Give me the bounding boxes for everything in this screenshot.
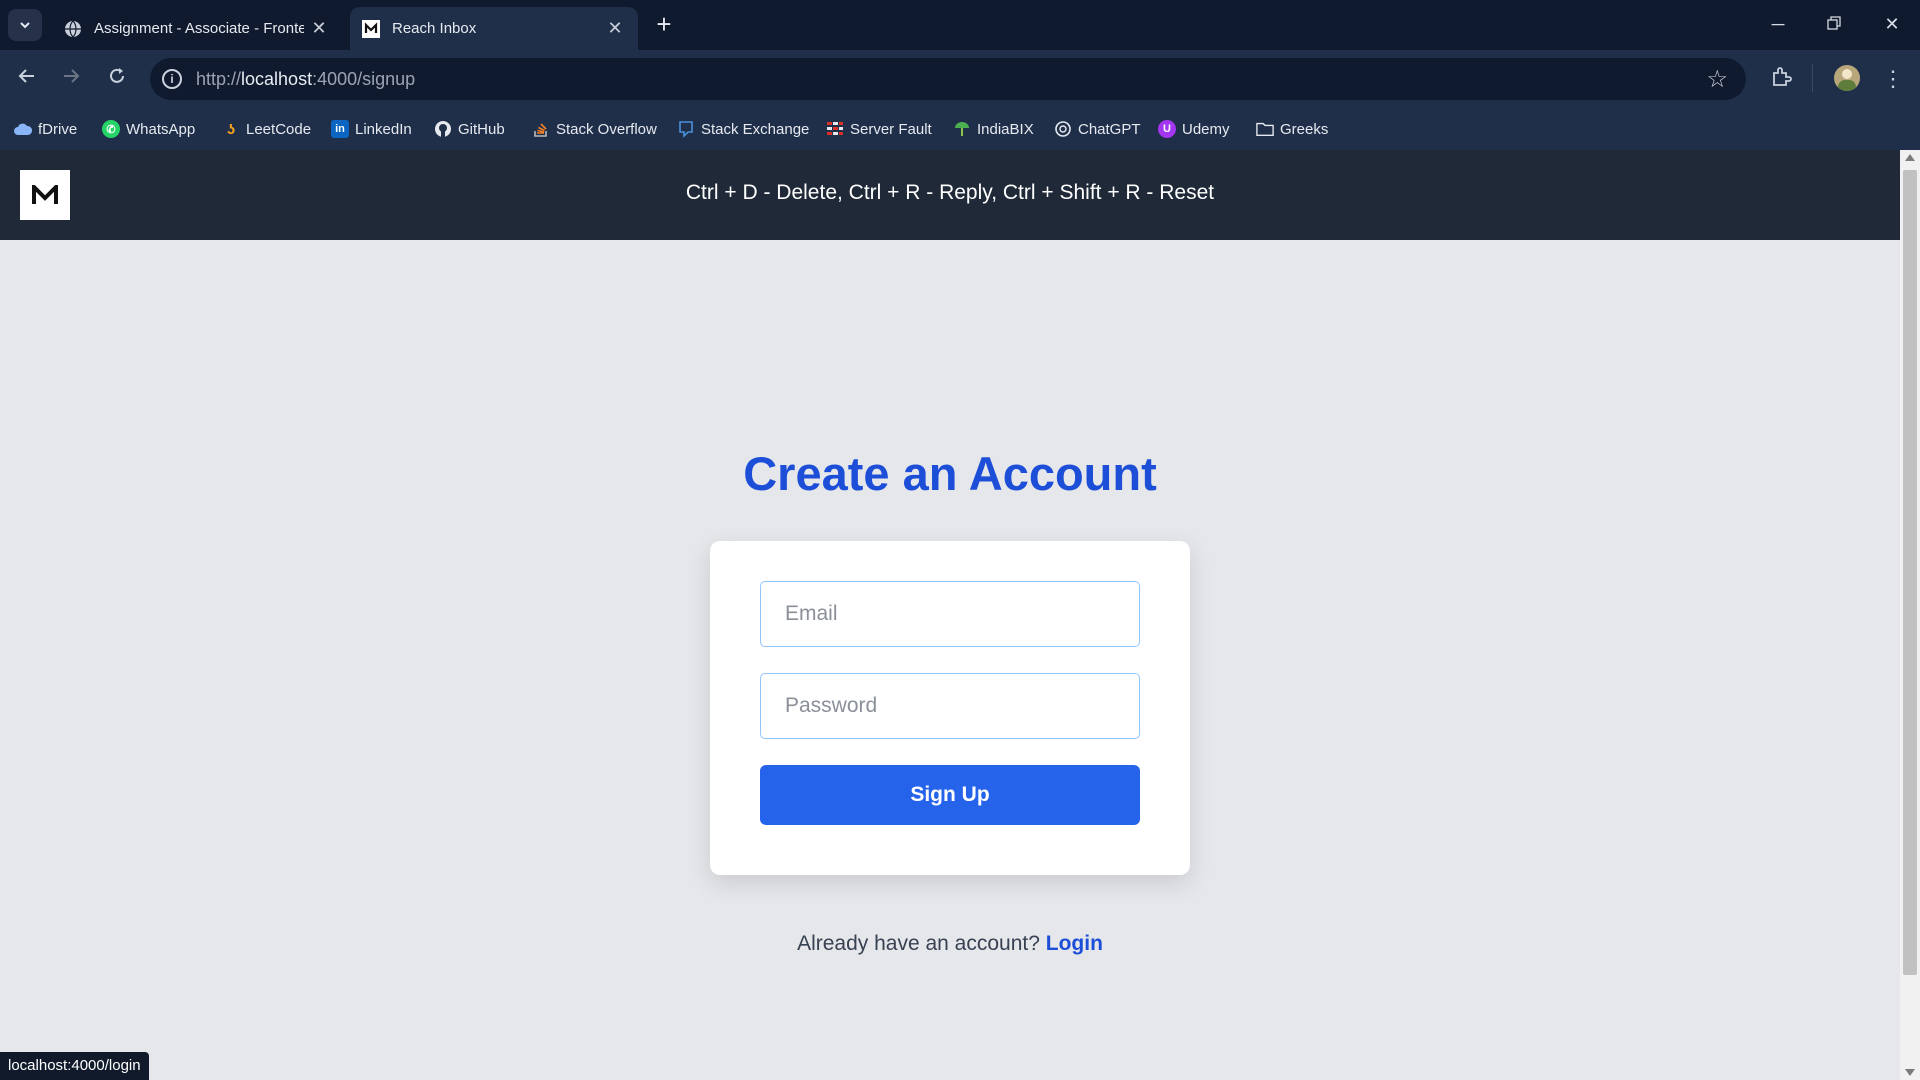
back-button[interactable] — [14, 66, 40, 92]
indiabix-icon — [953, 120, 971, 138]
cloud-icon — [14, 120, 32, 138]
bookmarks-bar: fDrive ✆ WhatsApp ʖ LeetCode in LinkedIn… — [0, 108, 1920, 150]
bookmark-label: Server Fault — [850, 120, 932, 138]
bookmark-label: Stack Overflow — [556, 120, 657, 138]
bookmark-label: ChatGPT — [1078, 120, 1141, 138]
browser-menu-button[interactable]: ⋮ — [1880, 66, 1906, 92]
url-path: :4000/signup — [312, 69, 416, 89]
globe-icon — [65, 20, 81, 37]
bookmark-linkedin[interactable]: in LinkedIn — [331, 118, 412, 140]
udemy-icon: U — [1158, 120, 1176, 138]
browser-tab-bar: Assignment - Associate - Frontend ✕ Reac… — [0, 0, 1920, 50]
browser-toolbar: i http://localhost:4000/signup ☆ ⋮ — [0, 50, 1920, 108]
url-scheme: http:// — [196, 69, 242, 89]
bookmark-stackexchange[interactable]: Stack Exchange — [677, 118, 809, 140]
puzzle-icon — [1773, 67, 1792, 86]
serverfault-icon — [826, 120, 844, 138]
bookmark-fdrive[interactable]: fDrive — [14, 118, 77, 140]
login-link[interactable]: Login — [1046, 932, 1103, 955]
page-scrollbar[interactable] — [1900, 150, 1920, 1080]
linkedin-icon: in — [331, 120, 349, 138]
sign-up-button[interactable]: Sign Up — [760, 765, 1140, 825]
bookmark-star-icon[interactable]: ☆ — [1706, 65, 1728, 94]
link-status-bar: localhost:4000/login — [0, 1052, 149, 1080]
new-tab-button[interactable]: + — [652, 11, 676, 37]
reload-icon — [110, 68, 124, 83]
leetcode-icon: ʖ — [226, 120, 236, 138]
minimize-button[interactable]: ─ — [1766, 12, 1790, 36]
scroll-down-arrow-icon[interactable] — [1905, 1069, 1915, 1076]
avatar-head — [1842, 69, 1852, 79]
url-host: localhost — [241, 69, 313, 89]
close-window-button[interactable]: ✕ — [1880, 12, 1904, 36]
bookmark-indiabix[interactable]: IndiaBIX — [953, 118, 1034, 140]
bookmark-label: Udemy — [1182, 120, 1230, 138]
profile-avatar[interactable] — [1834, 65, 1860, 91]
chatgpt-icon — [1054, 120, 1072, 138]
extensions-button[interactable] — [1768, 66, 1794, 92]
toolbar-divider — [1812, 64, 1813, 92]
restore-button[interactable] — [1822, 12, 1846, 36]
scrollbar-thumb[interactable] — [1903, 170, 1917, 975]
bookmark-whatsapp[interactable]: ✆ WhatsApp — [102, 118, 195, 140]
tab-title: Reach Inbox — [392, 20, 477, 37]
folder-icon — [1256, 120, 1274, 138]
close-tab-icon[interactable]: ✕ — [310, 19, 328, 37]
bookmark-github[interactable]: GitHub — [434, 118, 505, 140]
bookmark-label: fDrive — [38, 120, 78, 138]
signup-card: Sign Up — [710, 541, 1190, 875]
bookmark-stackoverflow[interactable]: Stack Overflow — [532, 118, 657, 140]
bookmark-label: LinkedIn — [355, 120, 412, 138]
bookmark-label: Greeks — [1280, 120, 1329, 138]
bookmark-label: LeetCode — [246, 120, 312, 138]
email-input[interactable] — [760, 581, 1140, 647]
reload-button[interactable] — [104, 66, 130, 92]
bookmark-serverfault[interactable]: Server Fault — [826, 118, 932, 140]
page-title: Create an Account — [743, 447, 1157, 500]
stackoverflow-icon — [532, 120, 550, 138]
chevron-down-icon — [20, 22, 30, 29]
arrow-left-icon — [18, 69, 34, 83]
stackexchange-icon — [677, 120, 695, 138]
reach-inbox-favicon — [362, 19, 380, 38]
arrow-right-icon — [64, 69, 80, 83]
bookmark-label: Stack Exchange — [701, 120, 810, 138]
bookmark-udemy[interactable]: U Udemy — [1158, 118, 1230, 140]
bookmark-label: WhatsApp — [126, 120, 196, 138]
whatsapp-icon: ✆ — [102, 120, 120, 138]
url-text[interactable]: http://localhost:4000/signup — [196, 69, 415, 90]
github-icon — [434, 120, 452, 138]
password-input[interactable] — [760, 673, 1140, 739]
scroll-up-arrow-icon[interactable] — [1905, 154, 1915, 161]
address-bar[interactable]: i http://localhost:4000/signup ☆ — [150, 58, 1746, 100]
bookmark-folder-greeks[interactable]: Greeks — [1256, 118, 1328, 140]
forward-button[interactable] — [58, 66, 84, 92]
browser-tab-active[interactable]: Reach Inbox ✕ — [350, 7, 638, 50]
tab-title: Assignment - Associate - Frontend — [94, 20, 304, 37]
login-prompt: Already have an account? Login — [0, 932, 1900, 956]
restore-icon — [1827, 16, 1841, 30]
site-info-icon[interactable]: i — [162, 69, 182, 89]
bookmark-label: IndiaBIX — [977, 120, 1034, 138]
close-tab-icon[interactable]: ✕ — [606, 19, 624, 37]
browser-tab[interactable]: Assignment - Associate - Frontend ✕ — [52, 7, 342, 50]
bookmark-leetcode[interactable]: ʖ LeetCode — [222, 118, 311, 140]
app-header: Ctrl + D - Delete, Ctrl + R - Reply, Ctr… — [0, 150, 1900, 240]
bookmark-chatgpt[interactable]: ChatGPT — [1054, 118, 1141, 140]
keyboard-shortcuts-hint: Ctrl + D - Delete, Ctrl + R - Reply, Ctr… — [685, 181, 1215, 204]
tab-search-button[interactable] — [8, 9, 42, 41]
avatar-body — [1838, 80, 1856, 91]
login-prompt-text: Already have an account? — [797, 932, 1040, 955]
bookmark-label: GitHub — [458, 120, 505, 138]
